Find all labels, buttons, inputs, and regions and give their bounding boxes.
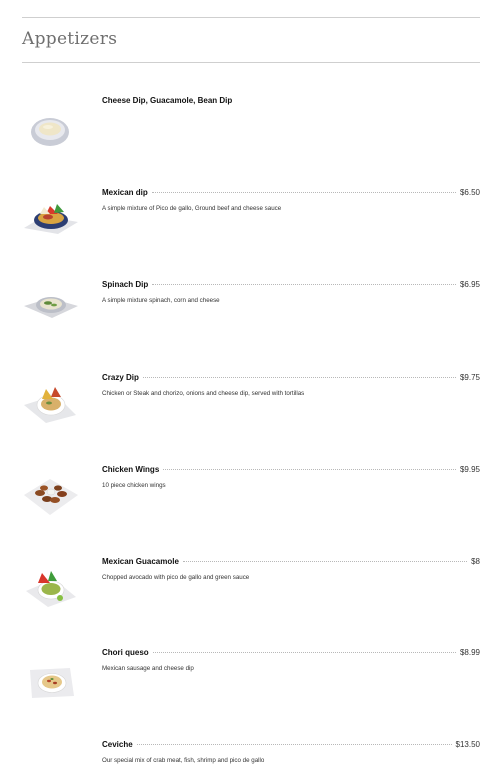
item-price: $9.95 (459, 465, 480, 474)
leader-dots (163, 468, 456, 470)
menu-item-chicken-wings[interactable]: Chicken Wings $9.95 10 piece chicken win… (0, 465, 500, 545)
item-name-row: Mexican Guacamole $8 (102, 557, 480, 571)
item-name[interactable]: Mexican Guacamole (102, 557, 179, 566)
item-description: A simple mixture of Pico de gallo, Groun… (102, 205, 282, 212)
guacamole-plate-icon[interactable] (20, 561, 80, 611)
leader-dots (142, 376, 456, 378)
menu-item-cheese-dip[interactable]: Cheese Dip, Guacamole, Bean Dip (0, 96, 500, 176)
item-name-row: Cheese Dip, Guacamole, Bean Dip (102, 96, 480, 110)
menu-item-mexican-dip[interactable]: Mexican dip $6.50 A simple mixture of Pi… (0, 188, 500, 268)
leader-dots (136, 743, 452, 745)
menu-item-spinach-dip[interactable]: Spinach Dip $6.95 A simple mixture spina… (0, 280, 500, 360)
crazy-dip-plate-icon[interactable] (20, 375, 80, 425)
spinach-dip-plate-icon[interactable] (20, 284, 80, 334)
item-name[interactable]: Spinach Dip (102, 280, 148, 289)
item-description: Chopped avocado with pico de gallo and g… (102, 574, 250, 581)
menu-list: Cheese Dip, Guacamole, Bean Dip Mexican … (0, 0, 500, 777)
item-name[interactable]: Mexican dip (102, 188, 148, 197)
item-name[interactable]: Ceviche (102, 740, 133, 749)
item-price: $6.95 (459, 280, 480, 289)
leader-dots (152, 283, 456, 285)
item-name[interactable]: Crazy Dip (102, 373, 139, 382)
item-price: $8 (471, 557, 480, 566)
item-name-row: Chori queso $8.99 (102, 648, 480, 662)
item-description: Mexican sausage and cheese dip (102, 665, 194, 672)
leader-dots (182, 560, 468, 562)
item-name[interactable]: Cheese Dip, Guacamole, Bean Dip (102, 96, 232, 105)
item-price: $13.50 (455, 740, 480, 749)
item-name-row: Crazy Dip $9.75 (102, 373, 480, 387)
leader-dots (151, 191, 456, 193)
item-name-row: Spinach Dip $6.95 (102, 280, 480, 294)
item-name-row: Chicken Wings $9.95 (102, 465, 480, 479)
item-price: $8.99 (459, 648, 480, 657)
item-name[interactable]: Chicken Wings (102, 465, 159, 474)
mexican-dip-plate-icon[interactable] (20, 192, 80, 242)
item-description: Chicken or Steak and chorizo, onions and… (102, 390, 305, 397)
item-description: Our special mix of crab meat, fish, shri… (102, 757, 265, 764)
item-price: $9.75 (459, 373, 480, 382)
item-price: $6.50 (459, 188, 480, 197)
cheese-dip-bowl-icon[interactable] (20, 104, 80, 154)
item-description: A simple mixture spinach, corn and chees… (102, 297, 220, 304)
item-description: 10 piece chicken wings (102, 482, 166, 489)
menu-item-chori-queso[interactable]: Chori queso $8.99 Mexican sausage and ch… (0, 648, 500, 728)
leader-dots (152, 651, 456, 653)
item-name[interactable]: Chori queso (102, 648, 149, 657)
chicken-wings-plate-icon[interactable] (20, 469, 80, 519)
menu-item-ceviche[interactable]: Ceviche $13.50 Our special mix of crab m… (0, 740, 500, 777)
menu-item-mexican-guacamole[interactable]: Mexican Guacamole $8 Chopped avocado wit… (0, 557, 500, 637)
item-name-row: Mexican dip $6.50 (102, 188, 480, 202)
menu-item-crazy-dip[interactable]: Crazy Dip $9.75 Chicken or Steak and cho… (0, 373, 500, 453)
chori-queso-plate-icon[interactable] (20, 654, 80, 704)
item-name-row: Ceviche $13.50 (102, 740, 480, 754)
